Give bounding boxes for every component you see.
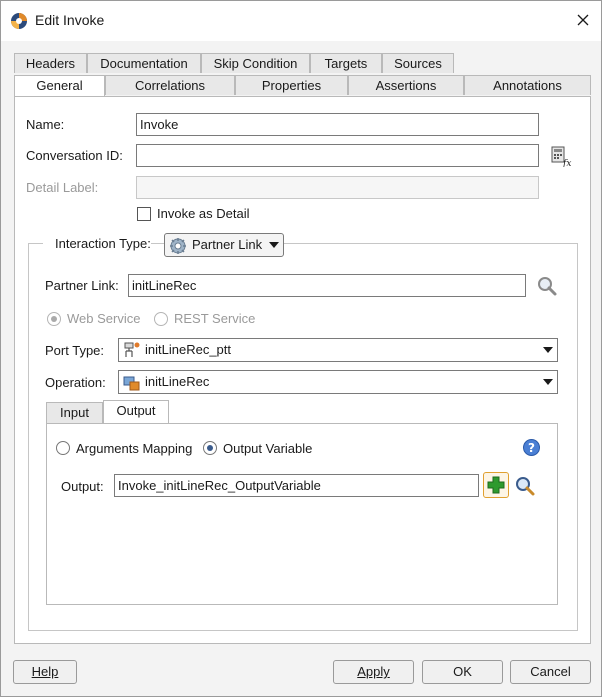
chevron-down-icon (269, 242, 279, 248)
interaction-type-legend: Interaction Type: (43, 233, 151, 255)
rest-service-radio (154, 312, 168, 326)
title-bar: Edit Invoke (1, 1, 601, 41)
tab-annotations[interactable]: Annotations (464, 75, 591, 95)
invoke-as-detail-label: Invoke as Detail (157, 206, 250, 221)
operation-value: initLineRec (145, 374, 210, 389)
chevron-down-icon (543, 379, 553, 385)
expression-builder-icon[interactable]: fx (550, 145, 572, 167)
add-icon (487, 476, 505, 494)
name-field[interactable]: Invoke (136, 113, 539, 136)
help-button[interactable]: Help (13, 660, 77, 684)
chevron-down-icon (543, 347, 553, 353)
edit-invoke-dialog: Edit Invoke Headers Documentation Skip C… (0, 0, 602, 697)
svg-text:fx: fx (562, 159, 571, 167)
tab-targets[interactable]: Targets (310, 53, 382, 73)
apply-button[interactable]: Apply (333, 660, 414, 684)
help-icon[interactable]: ? (522, 438, 541, 457)
ok-button-label: OK (453, 664, 472, 679)
apply-button-label: Apply (357, 664, 390, 679)
close-button[interactable] (567, 9, 599, 33)
output-field[interactable]: Invoke_initLineRec_OutputVariable (114, 474, 479, 497)
tab-input[interactable]: Input (46, 402, 103, 423)
search-icon[interactable] (536, 275, 558, 297)
rest-service-label: REST Service (174, 311, 256, 326)
help-button-label: Help (31, 664, 59, 679)
port-type-label: Port Type: (45, 343, 105, 358)
web-service-radio (47, 312, 61, 326)
partner-link-icon (170, 238, 186, 254)
partner-link-label: Partner Link: (45, 278, 119, 293)
cancel-button[interactable]: Cancel (510, 660, 591, 684)
tab-output[interactable]: Output (103, 400, 169, 423)
detail-label-field (136, 176, 539, 199)
operation-combo[interactable]: initLineRec (118, 370, 558, 394)
partner-link-field[interactable]: initLineRec (128, 274, 526, 297)
invoke-as-detail-checkbox[interactable] (137, 207, 151, 221)
tab-headers[interactable]: Headers (14, 53, 87, 73)
ok-button[interactable]: OK (422, 660, 503, 684)
close-icon (577, 14, 589, 26)
arguments-mapping-label: Arguments Mapping (76, 441, 193, 456)
conversation-id-field[interactable] (136, 144, 539, 167)
web-service-label: Web Service (67, 311, 141, 326)
add-variable-button[interactable] (483, 472, 509, 498)
oracle-bpel-icon (11, 13, 27, 29)
tab-general[interactable]: General (14, 75, 105, 97)
detail-label-label: Detail Label: (26, 180, 99, 195)
tab-documentation[interactable]: Documentation (87, 53, 201, 73)
tab-correlations[interactable]: Correlations (105, 75, 235, 95)
search-icon[interactable] (514, 475, 536, 497)
interaction-type-value: Partner Link (192, 237, 263, 252)
output-variable-radio[interactable] (203, 441, 217, 455)
port-type-combo[interactable]: initLineRec_ptt (118, 338, 558, 362)
tab-skip-condition[interactable]: Skip Condition (201, 53, 310, 73)
port-type-value: initLineRec_ptt (145, 342, 231, 357)
output-label: Output: (61, 479, 104, 494)
output-variable-label: Output Variable (223, 441, 313, 456)
name-label: Name: (26, 117, 65, 132)
window-title: Edit Invoke (35, 12, 105, 28)
interaction-type-dropdown[interactable]: Partner Link (164, 233, 284, 257)
tab-assertions[interactable]: Assertions (348, 75, 464, 95)
operation-icon (123, 376, 140, 391)
tab-properties[interactable]: Properties (235, 75, 348, 95)
tab-sources[interactable]: Sources (382, 53, 454, 73)
cancel-button-label: Cancel (530, 664, 571, 679)
arguments-mapping-radio[interactable] (56, 441, 70, 455)
operation-label: Operation: (45, 375, 106, 390)
port-type-icon (124, 342, 140, 357)
conversation-id-label: Conversation ID: (26, 148, 123, 163)
interaction-type-label: Interaction Type: (55, 236, 151, 251)
svg-text:?: ? (528, 441, 535, 455)
